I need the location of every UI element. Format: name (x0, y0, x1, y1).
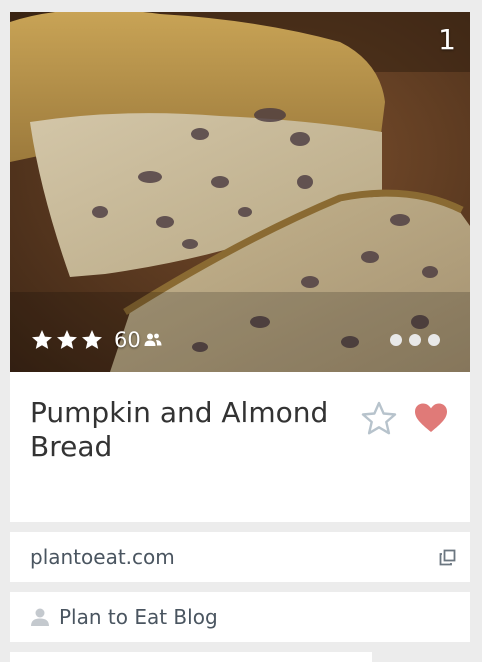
heart-icon[interactable] (414, 402, 448, 434)
rating[interactable]: 60 (30, 328, 162, 352)
more-dots-icon (390, 334, 402, 346)
external-link-icon[interactable] (439, 549, 456, 566)
more-dots-icon (409, 334, 421, 346)
bread-photo (10, 12, 470, 372)
rating-stars (30, 328, 104, 352)
source-link-row[interactable]: plantoeat.com (10, 532, 470, 582)
star-icon (57, 330, 77, 349)
rank-number: 1 (438, 23, 456, 56)
more-options-button[interactable] (390, 334, 440, 346)
next-row-partial (10, 652, 372, 662)
recipe-title[interactable]: Pumpkin and Almond Bread (30, 396, 350, 464)
star-icon (32, 330, 52, 349)
people-icon (144, 333, 162, 346)
source-site[interactable]: plantoeat.com (30, 545, 175, 569)
author-row[interactable]: Plan to Eat Blog (10, 592, 470, 642)
author-name[interactable]: Plan to Eat Blog (59, 605, 218, 629)
star-icon (82, 330, 102, 349)
review-count: 60 (114, 328, 141, 352)
star-outline-icon[interactable] (360, 400, 398, 438)
recipe-photo[interactable]: 1 60 (10, 12, 470, 372)
more-dots-icon (428, 334, 440, 346)
person-icon (31, 608, 49, 626)
title-panel: Pumpkin and Almond Bread (10, 372, 470, 522)
recipe-card: 1 60 Pumpkin and Almond Bread plantoeat.… (10, 12, 470, 662)
